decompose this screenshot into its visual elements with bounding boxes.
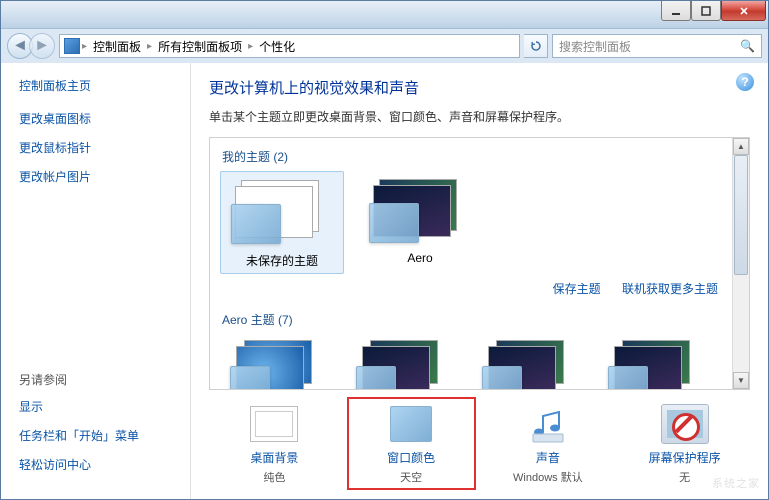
sidebar: 控制面板主页 更改桌面图标 更改鼠标指针 更改帐户图片 另请参阅 显示 任务栏和… (1, 63, 191, 499)
theme-unsaved[interactable]: 未保存的主题 (220, 171, 344, 274)
see-also-ease-of-access[interactable]: 轻松访问中心 (19, 456, 172, 473)
desktop-background-icon (250, 406, 298, 442)
control-panel-icon (64, 38, 80, 54)
aero-theme-1[interactable] (220, 334, 332, 389)
window-color-icon (390, 406, 432, 442)
refresh-button[interactable] (524, 34, 548, 58)
scroll-thumb[interactable] (734, 155, 748, 275)
theme-label: Aero (407, 251, 432, 265)
content-area: ? 更改计算机上的视觉效果和声音 单击某个主题立即更改桌面背景、窗口颜色、声音和… (191, 63, 768, 499)
aero-theme-4[interactable] (598, 334, 710, 389)
see-also-taskbar[interactable]: 任务栏和「开始」菜单 (19, 427, 172, 444)
theme-aero[interactable]: Aero (358, 171, 482, 274)
aero-theme-2[interactable] (346, 334, 458, 389)
nav-forward-button[interactable]: ► (29, 33, 55, 59)
page-subtext: 单击某个主题立即更改桌面背景、窗口颜色、声音和屏幕保护程序。 (209, 108, 750, 125)
option-sounds[interactable]: 声音 Windows 默认 (485, 398, 612, 489)
minimize-button[interactable] (661, 1, 691, 21)
crumb-control-panel[interactable]: 控制面板 (89, 36, 145, 57)
title-bar (1, 1, 768, 29)
sidebar-link-mouse-pointers[interactable]: 更改鼠标指针 (19, 139, 172, 156)
bottom-options: 桌面背景 纯色 窗口颜色 天空 声音 Windows 默认 (209, 390, 750, 489)
scroll-up-button[interactable]: ▲ (733, 138, 749, 155)
see-also-display[interactable]: 显示 (19, 398, 172, 415)
see-also-label: 另请参阅 (19, 371, 172, 388)
address-bar[interactable]: ▸ 控制面板 ▸ 所有控制面板项 ▸ 个性化 (59, 34, 520, 58)
group-aero-themes: Aero 主题 (7) (222, 311, 722, 328)
page-title: 更改计算机上的视觉效果和声音 (209, 77, 750, 98)
crumb-all-items[interactable]: 所有控制面板项 (154, 36, 246, 57)
search-input[interactable]: 搜索控制面板 🔍 (552, 34, 762, 58)
theme-label: 未保存的主题 (246, 252, 318, 269)
sidebar-link-account-picture[interactable]: 更改帐户图片 (19, 168, 172, 185)
personalization-window: ◄ ► ▸ 控制面板 ▸ 所有控制面板项 ▸ 个性化 搜索控制面板 🔍 控制面板… (0, 0, 769, 500)
get-more-themes-link[interactable]: 联机获取更多主题 (622, 282, 718, 296)
group-my-themes: 我的主题 (2) (222, 148, 722, 165)
sounds-icon (520, 402, 576, 446)
screen-saver-icon (661, 404, 709, 444)
watermark: 系统之家 (712, 475, 760, 491)
option-window-color[interactable]: 窗口颜色 天空 (348, 398, 475, 489)
option-desktop-background[interactable]: 桌面背景 纯色 (211, 398, 338, 489)
themes-scrollbar[interactable]: ▲ ▼ (732, 138, 749, 389)
close-button[interactable] (721, 1, 766, 21)
nav-bar: ◄ ► ▸ 控制面板 ▸ 所有控制面板项 ▸ 个性化 搜索控制面板 🔍 (1, 29, 768, 63)
search-placeholder: 搜索控制面板 (559, 38, 631, 55)
control-panel-home-link[interactable]: 控制面板主页 (19, 77, 172, 94)
scroll-down-button[interactable]: ▼ (733, 372, 749, 389)
aero-theme-3[interactable] (472, 334, 584, 389)
help-icon[interactable]: ? (736, 73, 754, 91)
themes-pane: 我的主题 (2) 未保存的主题 Aero (209, 137, 750, 390)
save-theme-link[interactable]: 保存主题 (553, 282, 601, 296)
maximize-button[interactable] (691, 1, 721, 21)
search-icon: 🔍 (740, 39, 755, 53)
sidebar-link-desktop-icons[interactable]: 更改桌面图标 (19, 110, 172, 127)
crumb-personalization[interactable]: 个性化 (255, 36, 299, 57)
